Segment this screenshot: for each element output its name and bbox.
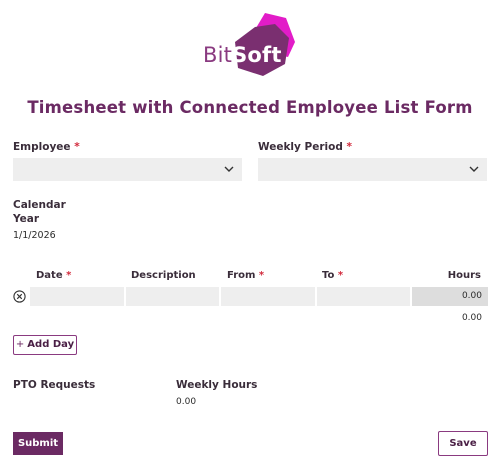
logo-soft-text: Soft: [232, 43, 282, 67]
add-day-label: Add Day: [27, 339, 75, 350]
required-asterisk: *: [258, 270, 265, 281]
column-header-date-text: Date: [36, 270, 63, 281]
column-header-to-text: To: [322, 270, 335, 281]
plus-icon: +: [15, 339, 25, 350]
column-header-to: To *: [322, 270, 343, 281]
weekly-period-label: Weekly Period *: [258, 141, 352, 153]
calendar-year-label-line2: Year: [13, 213, 40, 225]
required-asterisk: *: [337, 270, 344, 281]
from-input[interactable]: [221, 287, 315, 306]
pto-requests-label: PTO Requests: [13, 379, 96, 391]
description-input[interactable]: [126, 287, 219, 306]
column-header-date: Date *: [36, 270, 71, 281]
column-header-from: From *: [227, 270, 264, 281]
employee-label-text: Employee: [13, 141, 71, 153]
logo-bit-text: Bit: [203, 43, 233, 67]
calendar-year-value: 1/1/2026: [13, 230, 56, 241]
calendar-year-label-line1: Calendar: [13, 199, 66, 211]
column-header-from-text: From: [227, 270, 256, 281]
employee-label: Employee *: [13, 141, 80, 153]
remove-row-icon[interactable]: [13, 290, 26, 303]
page-title: Timesheet with Connected Employee List F…: [27, 98, 473, 117]
required-asterisk: *: [74, 141, 80, 153]
save-button[interactable]: Save: [438, 431, 488, 456]
required-asterisk: *: [346, 141, 353, 153]
column-header-hours: Hours: [447, 270, 481, 281]
calendar-year-label: Calendar Year: [13, 198, 66, 226]
column-header-description: Description: [131, 270, 196, 281]
weekly-hours-value: 0.00: [176, 397, 197, 407]
hours-total: 0.00: [461, 313, 482, 323]
employee-select[interactable]: [13, 158, 242, 181]
chevron-down-icon: [469, 166, 479, 172]
required-asterisk: *: [66, 270, 72, 281]
add-day-button[interactable]: + Add Day: [13, 335, 77, 355]
weekly-period-label-text: Weekly Period: [258, 141, 343, 153]
bitsoft-logo: BitSoft: [203, 12, 299, 76]
date-input[interactable]: [30, 287, 124, 306]
weekly-period-select[interactable]: [258, 158, 487, 181]
weekly-hours-label: Weekly Hours: [176, 379, 258, 391]
chevron-down-icon: [224, 166, 234, 172]
logo-wordmark: BitSoft: [203, 43, 282, 67]
submit-button[interactable]: Submit: [13, 432, 63, 455]
to-input[interactable]: [317, 287, 410, 306]
hours-value: 0.00: [412, 287, 488, 306]
